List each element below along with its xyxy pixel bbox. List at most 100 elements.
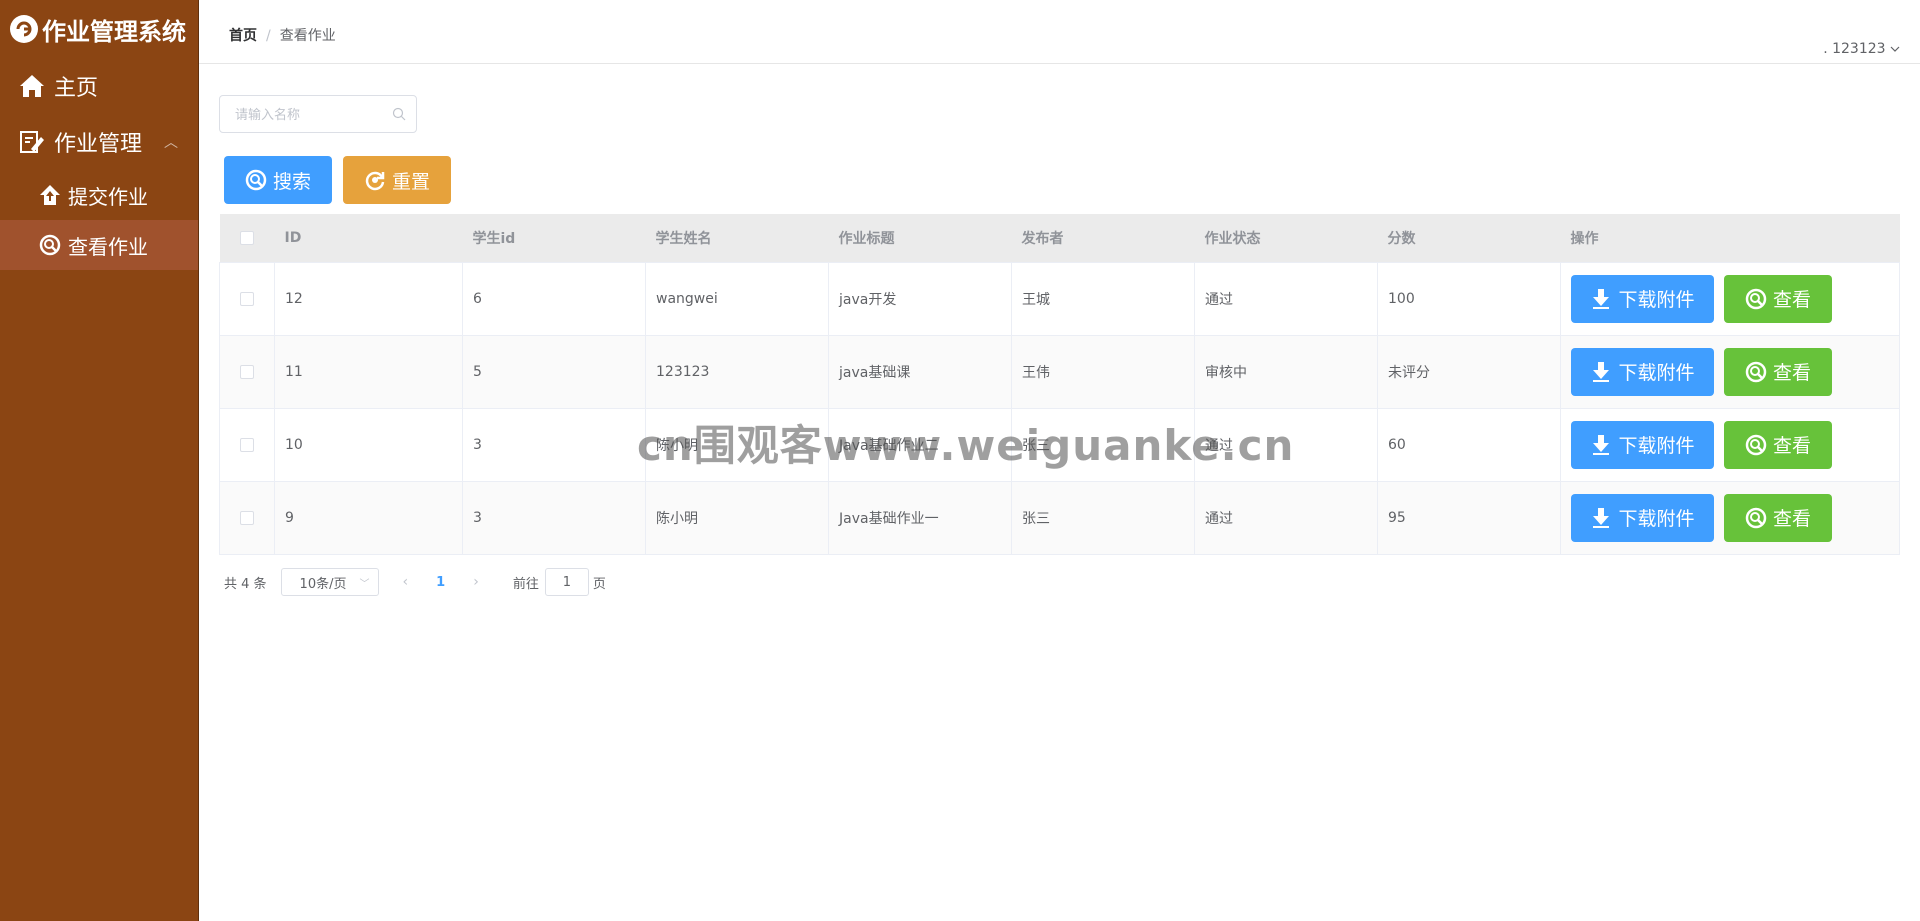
- cell-actions: 下载附件 查看: [1560, 408, 1900, 482]
- logo-icon: [10, 15, 38, 43]
- table-row: 9 3 陈小明 Java基础作业一 张三 通过 95 下载附件 查看: [219, 481, 1900, 555]
- cell-actions: 下载附件 查看: [1560, 262, 1900, 336]
- cell-status: 通过: [1194, 481, 1378, 555]
- sidebar-item-home[interactable]: 主页: [0, 58, 198, 114]
- edit-icon: [18, 128, 46, 156]
- breadcrumb-home[interactable]: 首页: [229, 28, 257, 44]
- cell-title: java开发: [828, 262, 1012, 336]
- pagination: 共 4 条 10条/页 ﹀ ‹ 1 › 前往 1 页: [224, 568, 606, 596]
- column-header: 操作: [1560, 214, 1900, 263]
- view-button[interactable]: 查看: [1724, 493, 1832, 542]
- view-button[interactable]: 查看: [1724, 420, 1832, 469]
- sidebar-item-view-homework[interactable]: 查看作业: [0, 220, 198, 270]
- user-menu[interactable]: . 123123: [1823, 41, 1900, 57]
- cell-actions: 下载附件 查看: [1560, 481, 1900, 555]
- column-header: 分数: [1377, 214, 1561, 263]
- next-page-icon[interactable]: ›: [473, 574, 479, 590]
- column-header: ID: [274, 214, 463, 263]
- sidebar-item-homework-management[interactable]: 作业管理 ︿: [0, 114, 198, 170]
- row-select-cell: [219, 481, 275, 555]
- download-icon: [1593, 507, 1610, 528]
- search-circle-icon: [245, 169, 267, 191]
- search-circle-icon: [1745, 434, 1767, 455]
- download-label: 下载附件: [1618, 362, 1695, 384]
- sidebar-item-label: 查看作业: [68, 234, 148, 259]
- cell-student-id: 3: [462, 481, 646, 555]
- row-select-cell: [219, 262, 275, 336]
- column-header: 学生id: [462, 214, 646, 263]
- download-label: 下载附件: [1618, 435, 1695, 457]
- row-checkbox[interactable]: [240, 364, 254, 379]
- page-number[interactable]: 1: [436, 575, 445, 590]
- cell-id: 10: [274, 408, 463, 482]
- prev-page-icon[interactable]: ‹: [403, 574, 409, 590]
- view-button[interactable]: 查看: [1724, 347, 1832, 396]
- reset-button[interactable]: 重置: [343, 156, 451, 204]
- download-attachment-button[interactable]: 下载附件: [1571, 493, 1714, 542]
- column-header: 作业状态: [1194, 214, 1378, 263]
- row-checkbox[interactable]: [240, 437, 254, 452]
- cell-publisher: 王伟: [1011, 335, 1195, 409]
- chevron-up-icon: ︿: [164, 135, 178, 151]
- download-attachment-button[interactable]: 下载附件: [1571, 347, 1714, 396]
- search-circle-icon: [1745, 288, 1767, 309]
- row-checkbox[interactable]: [240, 291, 254, 306]
- chevron-down-icon: [1890, 41, 1900, 57]
- page-size-value: 10条/页: [299, 576, 347, 592]
- cell-publisher: 张三: [1011, 408, 1195, 482]
- table-row: 11 5 123123 java基础课 王伟 审核中 未评分 下载附件 查看: [219, 335, 1900, 409]
- goto-label: 前往: [512, 576, 539, 592]
- cell-id: 9: [274, 481, 463, 555]
- download-attachment-button[interactable]: 下载附件: [1571, 420, 1714, 469]
- view-label: 查看: [1772, 289, 1811, 311]
- sidebar-item-label: 提交作业: [68, 184, 148, 209]
- download-attachment-button[interactable]: 下载附件: [1571, 274, 1714, 323]
- column-header: 学生姓名: [645, 214, 829, 263]
- cell-student-name: 陈小明: [645, 408, 829, 482]
- page-suffix: 页: [592, 576, 606, 592]
- view-label: 查看: [1772, 362, 1811, 384]
- table-row: 12 6 wangwei java开发 王城 通过 100 下载附件 查看: [219, 262, 1900, 336]
- breadcrumb-current: 查看作业: [279, 28, 336, 44]
- upload-icon: [38, 183, 62, 207]
- cell-status: 通过: [1194, 262, 1378, 336]
- sidebar-item-submit-homework[interactable]: 提交作业: [0, 170, 198, 220]
- cell-student-name: wangwei: [645, 262, 829, 336]
- search-button[interactable]: 搜索: [224, 156, 332, 204]
- cell-student-name: 陈小明: [645, 481, 829, 555]
- view-button[interactable]: 查看: [1724, 274, 1832, 323]
- cell-status: 审核中: [1194, 335, 1378, 409]
- cell-id: 11: [274, 335, 463, 409]
- cell-status: 通过: [1194, 408, 1378, 482]
- search-circle-icon: [38, 233, 62, 257]
- home-icon: [18, 72, 46, 100]
- search-input[interactable]: [220, 96, 397, 134]
- download-icon: [1593, 434, 1610, 455]
- cell-publisher: 王城: [1011, 262, 1195, 336]
- cell-id: 12: [274, 262, 463, 336]
- cell-title: Java基础作业二: [828, 408, 1012, 482]
- search-box: [219, 95, 417, 134]
- cell-publisher: 张三: [1011, 481, 1195, 555]
- top-header: 首页 / 查看作业 . 123123: [199, 0, 1920, 64]
- column-header: 发布者: [1011, 214, 1195, 263]
- reset-button-label: 重置: [391, 170, 430, 193]
- page-size-select[interactable]: 10条/页 ﹀: [280, 568, 379, 596]
- cell-title: java基础课: [828, 335, 1012, 409]
- homework-table: ID 学生id 学生姓名 作业标题 发布者 作业状态 分数 操作 12 6 wa…: [219, 214, 1900, 555]
- breadcrumb-separator: /: [266, 28, 271, 44]
- goto-page-input[interactable]: 1: [544, 568, 589, 596]
- cell-student-id: 6: [462, 262, 646, 336]
- cell-title: Java基础作业一: [828, 481, 1012, 555]
- cell-student-id: 3: [462, 408, 646, 482]
- select-all-checkbox[interactable]: [240, 230, 254, 245]
- download-icon: [1593, 361, 1610, 382]
- sidebar-item-label: 作业管理: [54, 132, 143, 157]
- row-select-cell: [219, 408, 275, 482]
- breadcrumb: 首页 / 查看作业: [229, 25, 336, 45]
- chevron-down-icon: ﹀: [359, 579, 370, 590]
- row-checkbox[interactable]: [240, 510, 254, 525]
- cell-score: 60: [1377, 408, 1561, 482]
- cell-student-id: 5: [462, 335, 646, 409]
- cell-score: 100: [1377, 262, 1561, 336]
